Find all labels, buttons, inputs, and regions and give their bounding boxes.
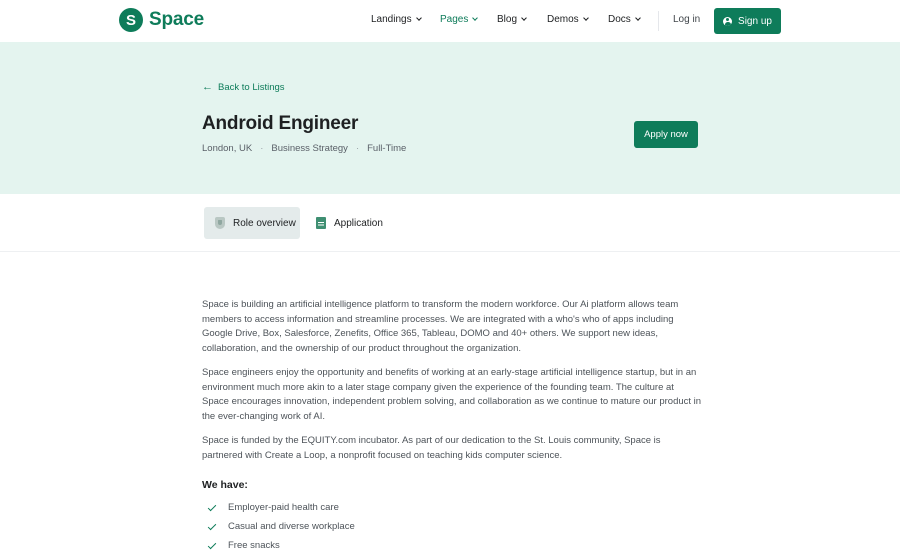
job-hero: ← Back to Listings Android Engineer Lond… bbox=[0, 42, 900, 194]
perks-list: Employer-paid health care Casual and div… bbox=[202, 499, 702, 556]
nav-item-label: Demos bbox=[547, 14, 579, 25]
page-title: Android Engineer bbox=[202, 113, 359, 134]
perk-label: Employer-paid health care bbox=[228, 501, 339, 513]
list-item: Employer-paid health care bbox=[202, 499, 702, 518]
job-location: London, UK bbox=[202, 143, 253, 154]
chevron-down-icon bbox=[582, 15, 589, 21]
nav-item-label: Landings bbox=[371, 14, 412, 25]
nav-item-docs[interactable]: Docs bbox=[608, 14, 641, 25]
paragraph: Space engineers enjoy the opportunity an… bbox=[202, 367, 702, 422]
job-type: Full-Time bbox=[367, 143, 407, 154]
back-to-listings-link[interactable]: ← Back to Listings bbox=[202, 81, 285, 94]
separator-dot: · bbox=[355, 143, 360, 154]
list-item: Free snacks bbox=[202, 537, 702, 556]
navbar: S Space Landings Pages Blog Demos Docs L… bbox=[0, 0, 900, 42]
nav-item-label: Docs bbox=[608, 14, 631, 25]
check-icon bbox=[207, 521, 217, 530]
tab-label: Role overview bbox=[233, 217, 296, 229]
shield-icon bbox=[215, 217, 225, 229]
tab-application[interactable]: Application bbox=[310, 207, 383, 239]
main-nav: Landings Pages Blog Demos Docs Log in Si… bbox=[0, 0, 900, 42]
list-item: Casual and diverse workplace bbox=[202, 518, 702, 537]
chevron-down-icon bbox=[415, 15, 422, 21]
paragraph: Space is building an artificial intellig… bbox=[202, 299, 679, 354]
document-icon bbox=[316, 217, 326, 229]
tab-role-overview[interactable]: Role overview bbox=[204, 207, 300, 239]
nav-item-landings[interactable]: Landings bbox=[371, 14, 422, 25]
perk-label: Casual and diverse workplace bbox=[228, 520, 355, 532]
back-link-label: Back to Listings bbox=[218, 82, 285, 93]
tabs-bar: Role overview Application bbox=[0, 194, 900, 252]
chevron-down-icon bbox=[521, 15, 527, 21]
nav-item-pages[interactable]: Pages bbox=[440, 14, 479, 25]
user-circle-icon bbox=[723, 16, 733, 26]
apply-now-button[interactable]: Apply now bbox=[634, 121, 698, 148]
nav-item-blog[interactable]: Blog bbox=[497, 14, 527, 25]
chevron-down-icon bbox=[472, 15, 479, 21]
separator-dot: · bbox=[260, 143, 264, 154]
tab-label: Application bbox=[334, 217, 383, 229]
job-department: Business Strategy bbox=[271, 143, 348, 154]
nav-item-label: Pages bbox=[440, 14, 469, 25]
role-overview-content: Space is building an artificial intellig… bbox=[202, 298, 702, 556]
nav-divider bbox=[658, 11, 659, 31]
nav-item-label: Blog bbox=[497, 14, 518, 25]
check-icon bbox=[207, 502, 217, 511]
chevron-down-icon bbox=[634, 15, 641, 21]
login-link[interactable]: Log in bbox=[673, 14, 700, 25]
signup-label: Sign up bbox=[738, 15, 772, 27]
perk-label: Free snacks bbox=[228, 539, 280, 551]
arrow-left-icon: ← bbox=[202, 81, 213, 93]
signup-button[interactable]: Sign up bbox=[714, 8, 781, 34]
paragraph: Space is funded by the EQUITY.com incuba… bbox=[202, 435, 661, 461]
we-have-heading: We have: bbox=[202, 479, 248, 491]
nav-item-demos[interactable]: Demos bbox=[547, 14, 589, 25]
job-meta: London, UK · Business Strategy · Full-Ti… bbox=[202, 143, 406, 154]
